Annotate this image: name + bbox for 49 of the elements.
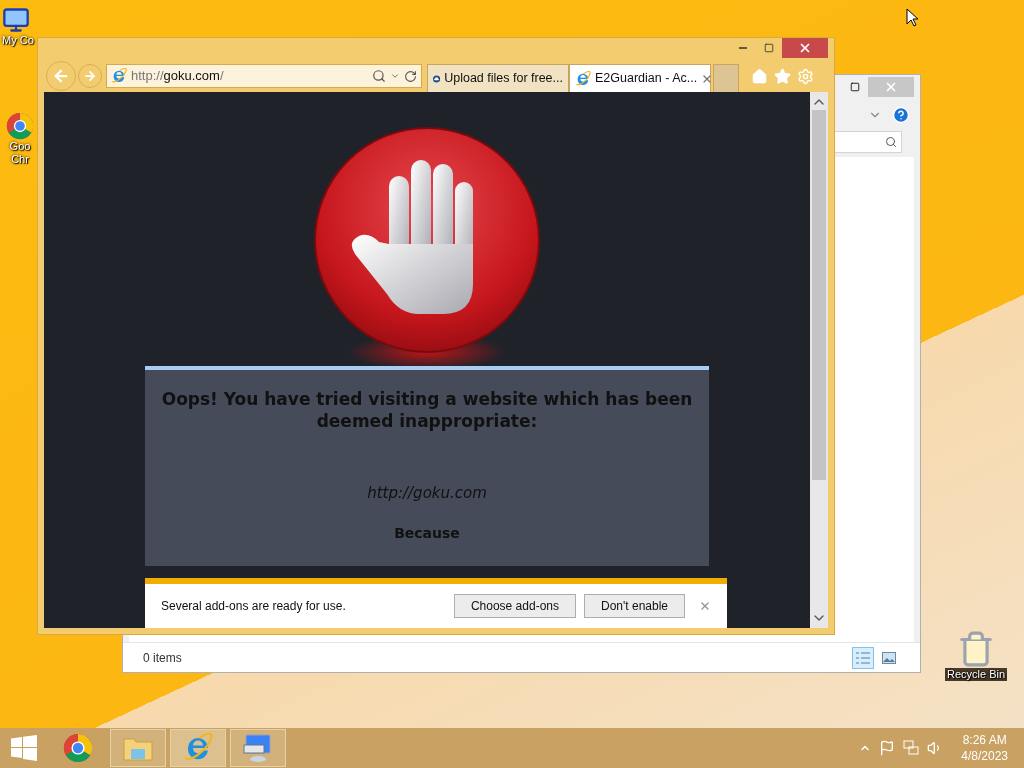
browser-e-icon [111, 68, 127, 84]
dropdown-caret-icon[interactable] [390, 71, 400, 81]
close-icon [798, 41, 812, 55]
image-icon [882, 651, 896, 664]
chrome-logo-icon [63, 733, 93, 763]
taskbar-app-button[interactable] [110, 729, 166, 767]
browser-tab[interactable]: Upload files for free... [427, 64, 569, 92]
refresh-icon[interactable] [404, 69, 417, 83]
taskbar-app-button[interactable] [230, 729, 286, 767]
browser-e-icon [575, 70, 591, 87]
close-icon[interactable] [699, 600, 711, 612]
close-button[interactable] [782, 38, 828, 58]
maximize-icon [850, 82, 860, 92]
details-view-button[interactable] [852, 646, 874, 669]
search-field[interactable] [832, 131, 902, 153]
folder-icon [123, 735, 153, 761]
computer-icon [2, 6, 30, 34]
blocked-url: http://goku.com [367, 483, 487, 504]
address-bar[interactable]: http://goku.com/ [106, 64, 422, 88]
close-icon [884, 80, 898, 94]
address-text: http://goku.com/ [131, 67, 225, 86]
forward-arrow-icon [83, 69, 97, 83]
notification-message: Several add-ons are ready for use. [161, 598, 347, 615]
notification-button[interactable]: Choose add-ons [453, 594, 576, 618]
taskbar-app-button[interactable] [170, 729, 226, 767]
reason-label: Because [394, 523, 460, 543]
mouse-pointer-icon [906, 8, 918, 27]
search-icon [885, 136, 897, 148]
monitor-keyboard-icon [242, 733, 274, 763]
settings-icon[interactable] [797, 67, 814, 85]
browser-e-icon [183, 733, 213, 763]
desktop-icon-label[interactable]: Recycle Bin [944, 668, 1008, 681]
browser-tab[interactable]: E2Guardian - Ac... [569, 64, 711, 92]
star-icon[interactable] [774, 67, 791, 85]
scrollbar-thumb[interactable] [812, 110, 826, 480]
network-icon[interactable] [903, 740, 920, 756]
search-icon[interactable] [372, 69, 386, 83]
flag-icon[interactable] [879, 740, 896, 756]
help-icon[interactable] [892, 106, 910, 124]
home-icon[interactable] [751, 67, 768, 85]
scrollbar[interactable] [810, 92, 828, 628]
block-heading: Oops! You have tried visiting a website which has been deemed inappropriate: [160, 388, 694, 432]
maximize-icon [764, 43, 774, 53]
recycle-bin-icon [957, 630, 995, 668]
status-text: 0 items [143, 649, 182, 667]
list-icon [855, 650, 871, 665]
windows-logo-icon [11, 735, 37, 761]
chrome-logo-icon [6, 112, 34, 140]
notification-button[interactable]: Don't enable [584, 594, 685, 618]
